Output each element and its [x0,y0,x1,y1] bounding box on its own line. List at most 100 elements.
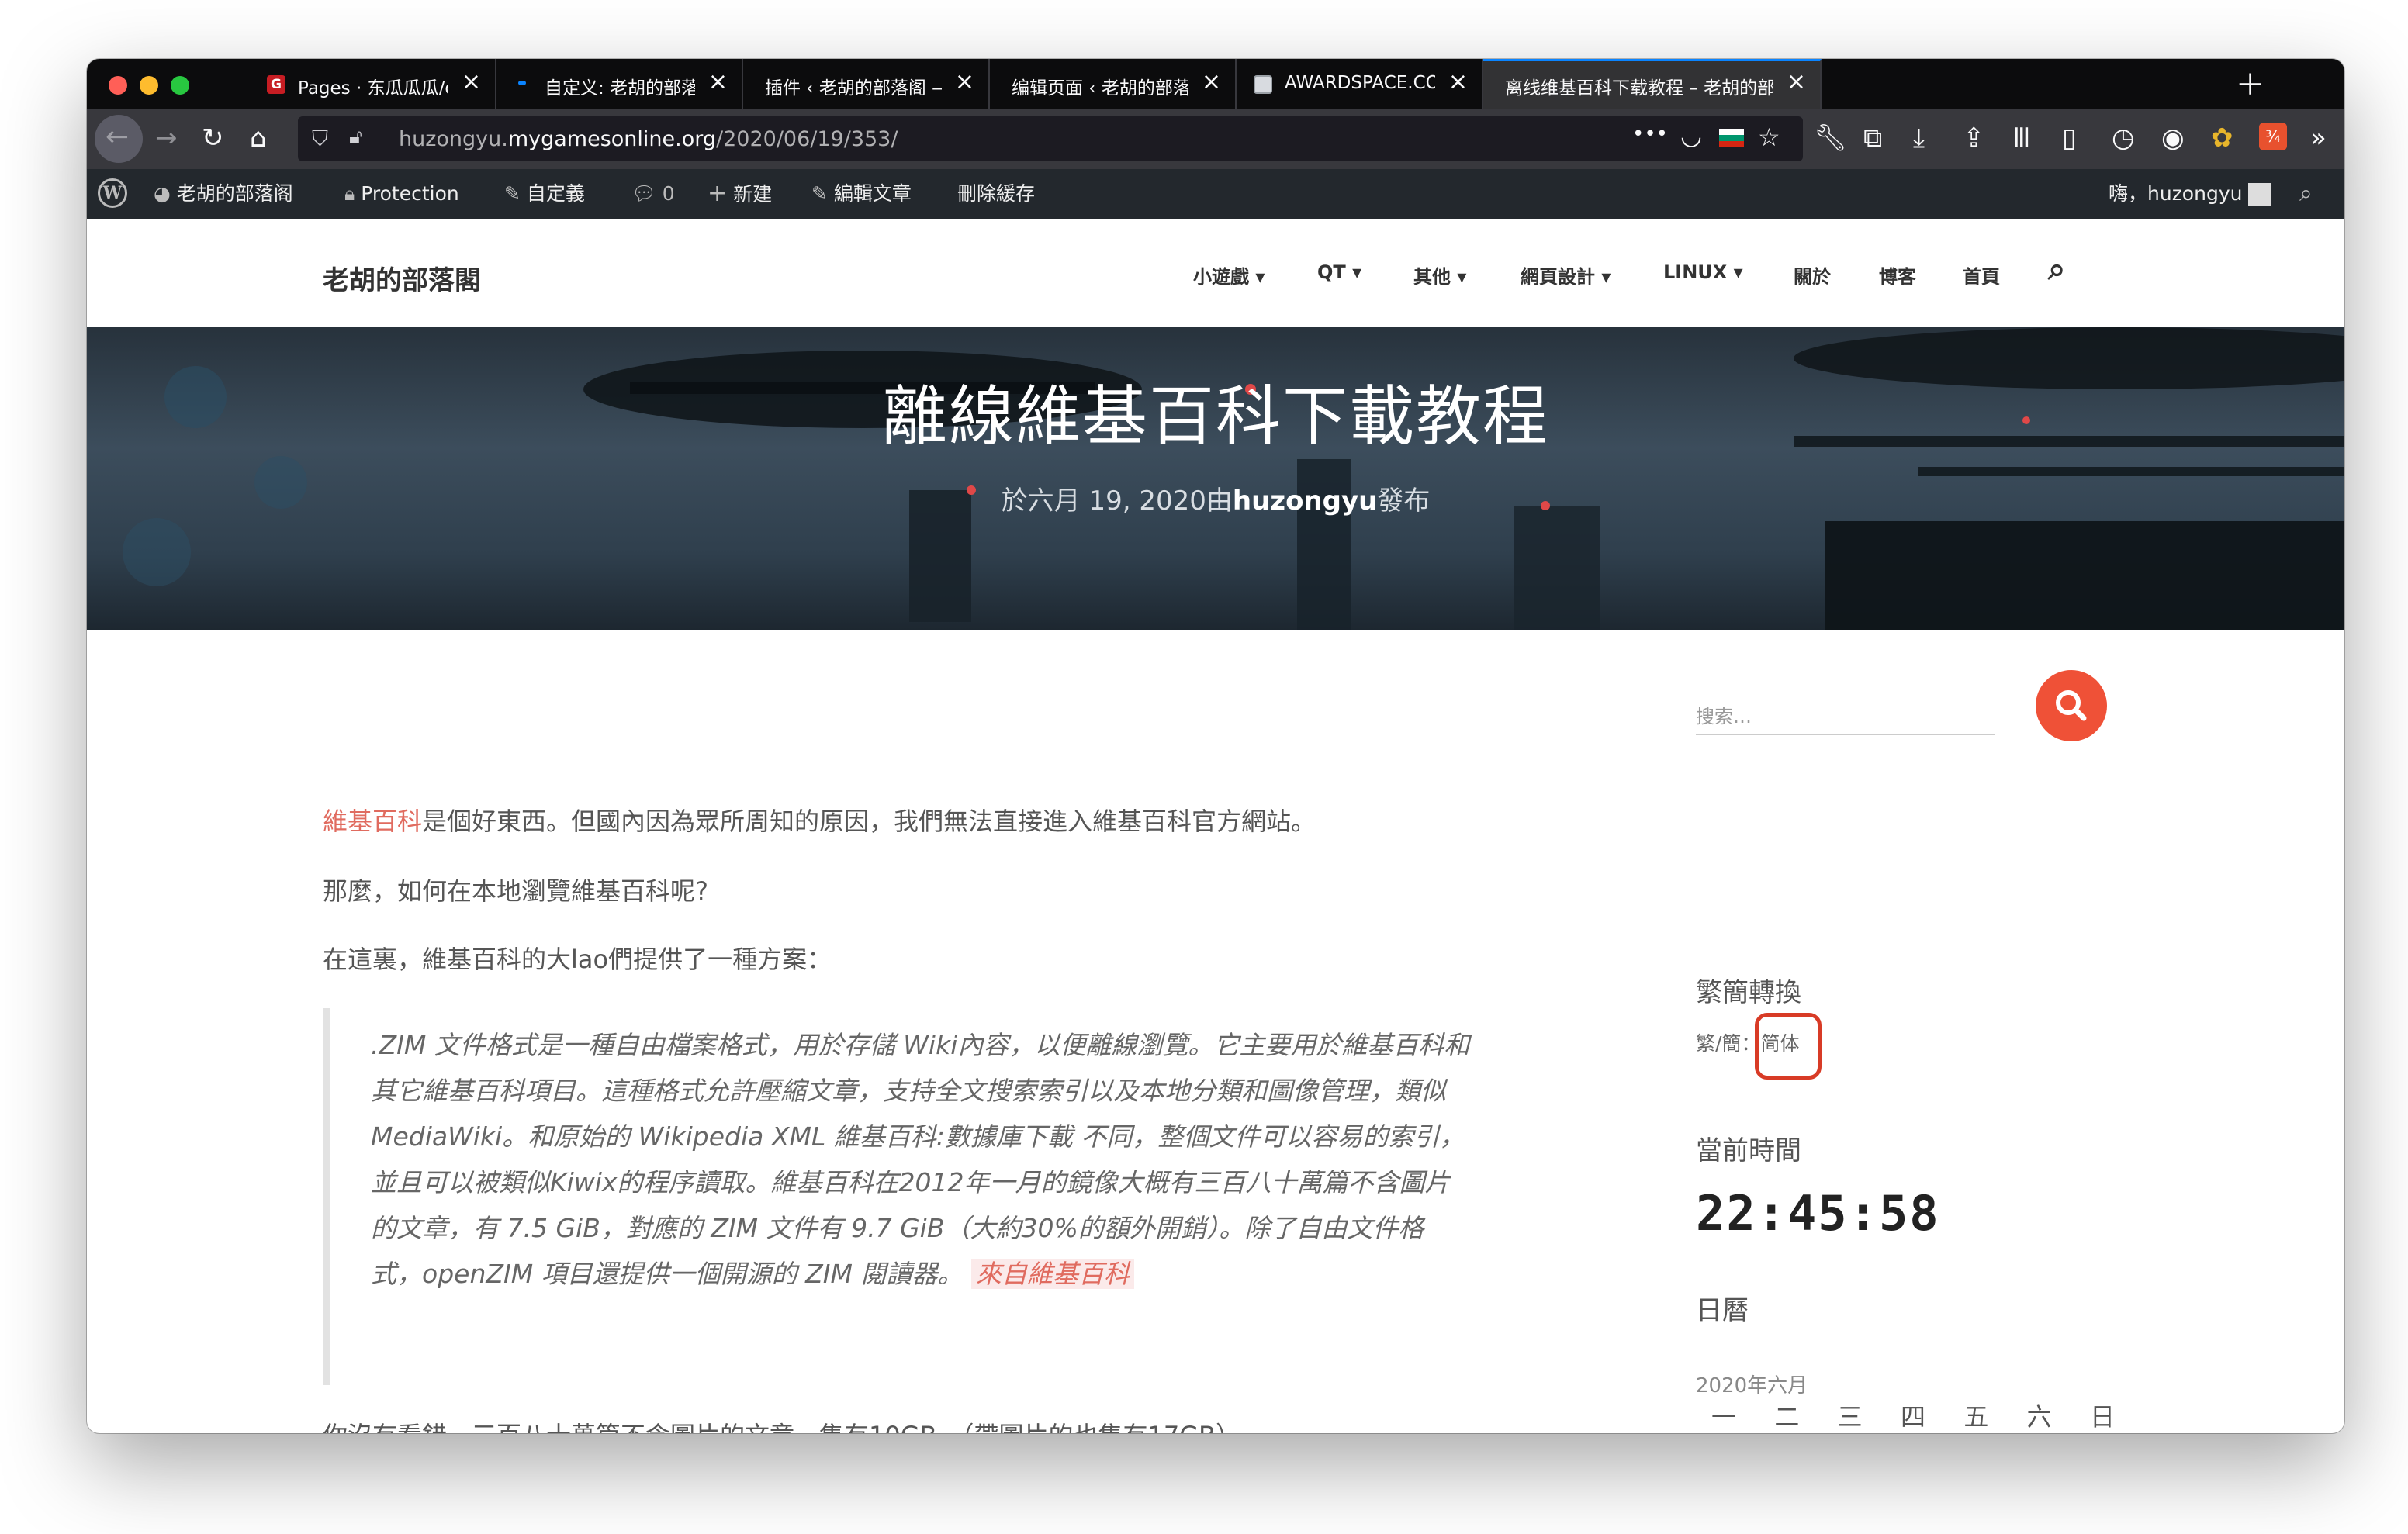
tab-awardspace[interactable]: AWARDSPACE.COM × [1237,59,1483,109]
loading-dot-icon [518,81,526,85]
menu-item-games[interactable]: 小遊戲 ▾ [1193,261,1265,288]
site-header: 老胡的部落閣 小遊戲 ▾ QT ▾ 其他 ▾ 網頁設計 ▾ LINUX ▾ 關於… [87,219,2344,327]
tab-label: 插件 ‹ 老胡的部落阁 — WordPress [765,78,942,98]
header-search-icon[interactable]: ⌕ [2048,251,2065,287]
comment-bubble-icon: 💬︎ [631,182,656,205]
weekday-mon: 一 [1711,1402,1737,1432]
close-tab-icon[interactable]: × [462,68,481,95]
wordpress-logo-icon[interactable]: W [98,178,127,208]
calendar-widget-title: 日曆 [1696,1295,1749,1326]
history-clock-icon[interactable]: ◷ [2112,123,2135,154]
comments-link[interactable]: 💬︎ 0 [631,181,675,206]
avatar [2248,183,2272,206]
tab-plugins[interactable]: 插件 ‹ 老胡的部落阁 — WordPress × [743,59,990,109]
search-icon [2056,690,2087,721]
url-bar[interactable]: ⛉ 🔓︎ huzongyu.mygamesonline.org/2020/06/… [298,116,1803,161]
page-icon [1254,75,1272,94]
save-page-icon[interactable]: ⇪ [1963,123,1985,154]
close-tab-icon[interactable]: × [708,68,728,95]
bookmark-star-icon[interactable]: ☆ [1758,123,1780,152]
wikipedia-link[interactable]: 維基百科 [323,807,422,836]
tab-strip: G Pages · 东瓜瓜瓜/donggua × 自定义: 老胡的部落阁 × 插… [87,59,2344,109]
sidebar-search-button[interactable] [2036,670,2107,741]
digital-clock: 22:45:58 [1696,1185,1940,1242]
pencil-icon: ✎ [811,182,828,205]
calendar-weekday-row: 一 二 三 四 五 六 日 [1711,1398,2115,1433]
close-tab-icon[interactable]: × [1202,68,1221,95]
minimize-window-button[interactable] [140,76,158,95]
page-actions-button[interactable]: ••• [1632,123,1668,146]
weekday-wed: 三 [1837,1402,1863,1432]
calendar-month: 2020年六月 [1696,1374,1808,1398]
menu-item-web-design[interactable]: 網頁設計 ▾ [1521,261,1611,288]
sidebar: 搜索… 繁簡轉換 繁/簡：简体 當前時間 22:45:58 日曆 2020年六月… [1696,630,2239,1433]
translate-extension-icon[interactable]: ¾ [2259,123,2287,150]
sidebar-search-input[interactable]: 搜索… [1696,701,1995,735]
menu-item-other[interactable]: 其他 ▾ [1413,261,1466,288]
zoom-window-button[interactable] [171,76,189,95]
library-icon[interactable]: Ⅲ [2012,123,2030,154]
menu-item-home[interactable]: 首頁 [1963,261,2000,288]
post-meta: 於六月 19, 2020由huzongyu發布 [1001,485,1431,517]
close-tab-icon[interactable]: × [1448,68,1468,95]
tab-current-post[interactable]: 离线维基百科下载教程 – 老胡的部 × [1483,59,1822,109]
edit-post-link[interactable]: ✎ 編輯文章 [811,181,912,206]
navigation-toolbar: ← → ↻ ⌂ ⛉ 🔓︎ huzongyu.mygamesonline.org/… [87,109,2344,169]
quote-text: .ZIM 文件格式是一種自由檔案格式，用於存儲 Wiki內容，以便離線瀏覽。它主… [371,1030,1470,1289]
admin-site-link[interactable]: ◕ 老胡的部落阁 [154,181,293,206]
account-icon[interactable]: ◉ [2161,123,2185,154]
paragraph-1: 維基百科是個好東西。但國內因為眾所周知的原因，我們無法直接進入維基百科官方網站。 [323,807,1316,836]
home-button[interactable]: ⌂ [250,123,267,154]
back-button[interactable]: ← [95,115,143,163]
tab-label: 编辑页面 ‹ 老胡的部落阁 — WordP [1012,78,1188,98]
admin-search-icon[interactable]: ⌕ [2299,181,2313,206]
close-tab-icon[interactable]: × [955,68,974,95]
plus-icon: + [708,180,728,207]
weekday-sat: 六 [2026,1402,2052,1432]
sidebar-icon[interactable]: ▯ [2062,123,2077,154]
tab-customize[interactable]: 自定义: 老胡的部落阁 × [496,59,743,109]
clear-cache-link[interactable]: 刪除緩存 [957,181,1035,206]
weekday-fri: 五 [1963,1402,1989,1432]
url-text[interactable]: huzongyu.mygamesonline.org/2020/06/19/35… [399,127,898,151]
pocket-icon[interactable]: ◡ [1680,121,1702,150]
overflow-chevron-icon[interactable]: » [2310,123,2327,154]
wp-admin-bar: W ◕ 老胡的部落阁 🔒︎ Protection ✎ 自定義 💬︎ 0 + 新建… [87,169,2344,219]
menu-item-linux[interactable]: LINUX ▾ [1663,261,1743,283]
bulgaria-flag-icon[interactable] [1719,129,1744,147]
tab-label: 离线维基百科下载教程 – 老胡的部 [1505,78,1773,98]
protection-link[interactable]: 🔒︎ Protection [344,181,459,206]
close-window-button[interactable] [109,76,127,95]
insecure-lock-icon[interactable]: 🔓︎ [349,126,362,150]
menu-item-blog[interactable]: 博客 [1879,261,1916,288]
shield-icon[interactable]: ⛉ [312,126,328,152]
downloads-icon[interactable]: ⤓ [1913,123,1925,154]
color-picker-icon[interactable]: ✿ [2211,123,2233,154]
wrench-icon[interactable]: 🔧︎ [1814,123,1847,154]
tab-gitee-pages[interactable]: G Pages · 东瓜瓜瓜/donggua × [250,59,496,109]
paragraph-4: 你沒有看錯，三百八十萬篇不含圖片的文章，隻有10GB，（帶圖片的也隻有17GB） [323,1416,1240,1433]
post-content: 維基百科是個好東西。但國內因為眾所周知的原因，我們無法直接進入維基百科官方網站。… [323,630,1556,1433]
reload-button[interactable]: ↻ [202,123,224,154]
forward-button[interactable]: → [155,123,178,154]
menu-item-about[interactable]: 關於 [1794,261,1831,288]
new-content-link[interactable]: + 新建 [708,181,772,207]
new-tab-button[interactable]: + [2236,64,2264,103]
extension-puzzle-icon[interactable]: ⧉ [1863,123,1882,154]
gitee-icon: G [267,75,285,94]
tab-label: Pages · 东瓜瓜瓜/donggua [298,78,448,98]
dashboard-gauge-icon: ◕ [154,182,171,205]
user-greeting[interactable]: 嗨，huzongyu [2109,181,2272,206]
menu-item-qt[interactable]: QT ▾ [1317,261,1361,283]
quote-source-link[interactable]: 來自維基百科 [970,1259,1134,1289]
tab-edit-page[interactable]: 编辑页面 ‹ 老胡的部落阁 — WordP × [990,59,1237,109]
author-link[interactable]: huzongyu [1233,485,1377,517]
search-placeholder: 搜索… [1696,706,1752,727]
time-widget-title: 當前時間 [1696,1135,1801,1166]
blockquote: .ZIM 文件格式是一種自由檔案格式，用於存儲 Wiki內容，以便離線瀏覽。它主… [323,1008,1486,1385]
paragraph-3: 在這裏，維基百科的大lao們提供了一種方案： [323,945,832,974]
customize-link[interactable]: ✎ 自定義 [504,181,585,206]
tab-label: AWARDSPACE.COM [1285,73,1435,93]
site-title[interactable]: 老胡的部落閣 [323,259,481,297]
close-tab-icon[interactable]: × [1787,68,1806,95]
